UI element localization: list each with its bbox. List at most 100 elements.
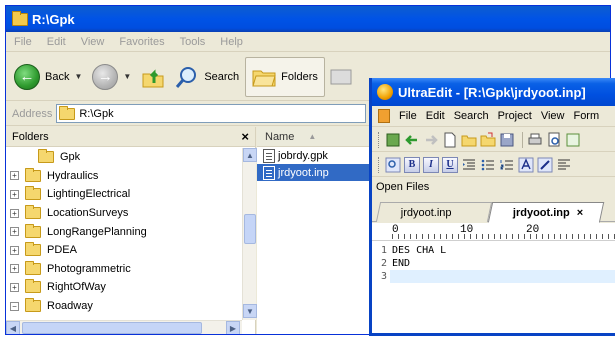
tree-item-longrangeplanning[interactable]: + LongRangePlanning xyxy=(6,222,242,241)
back-arrow-icon[interactable] xyxy=(404,132,420,148)
search-button[interactable]: Search xyxy=(171,59,243,95)
folder-icon xyxy=(25,242,41,257)
ue-menu-search[interactable]: Search xyxy=(454,110,489,122)
ultraedit-title: UltraEdit - [R:\Gpk\jrdyoot.inp] xyxy=(398,84,586,100)
column-header-name[interactable]: Name ▲ xyxy=(257,127,372,147)
italic-button[interactable]: I xyxy=(423,156,439,173)
forward-arrow-icon[interactable] xyxy=(423,132,439,148)
tree-item-roadway[interactable]: − Roadway xyxy=(6,297,242,316)
ue-menu-file[interactable]: File xyxy=(399,110,417,122)
close-icon[interactable]: × xyxy=(241,129,249,144)
expand-icon[interactable]: + xyxy=(10,227,19,237)
folders-button[interactable]: Folders xyxy=(245,56,325,97)
menu-view[interactable]: View xyxy=(81,36,105,48)
bold-button[interactable]: B xyxy=(404,156,420,173)
ue-menu-format[interactable]: Form xyxy=(573,110,599,122)
tree-item-rightofway[interactable]: + RightOfWay xyxy=(6,278,242,297)
file-item[interactable]: jobrdy.gpk xyxy=(257,147,372,164)
file-name: jrdyoot.inp xyxy=(278,166,329,179)
expand-icon[interactable]: + xyxy=(10,171,19,181)
expand-icon[interactable]: + xyxy=(10,245,19,255)
menu-tools[interactable]: Tools xyxy=(180,36,206,48)
ue-menu-project[interactable]: Project xyxy=(498,110,532,122)
ue-menu-view[interactable]: View xyxy=(541,110,565,122)
open-folder-icon[interactable] xyxy=(461,132,477,148)
tree-item-hydraulics[interactable]: + Hydraulics xyxy=(6,167,242,186)
scrollbar-thumb[interactable] xyxy=(244,214,256,244)
expand-icon[interactable]: + xyxy=(10,208,19,218)
search-icon xyxy=(176,66,197,88)
align-icon[interactable] xyxy=(556,157,572,173)
expand-icon[interactable]: + xyxy=(10,189,19,199)
view-icon[interactable] xyxy=(329,64,355,90)
back-button[interactable]: ← Back ▼ xyxy=(10,59,86,95)
numbered-list-icon[interactable] xyxy=(499,157,515,173)
collapse-icon[interactable]: − xyxy=(10,301,19,311)
scroll-up-icon[interactable]: ▲ xyxy=(243,148,257,162)
chevron-down-icon[interactable]: ▼ xyxy=(123,72,131,81)
print-preview-icon[interactable] xyxy=(546,132,562,148)
tree-item-pdea[interactable]: + PDEA xyxy=(6,241,242,260)
ruler-mark: 0 xyxy=(392,224,399,236)
close-icon[interactable]: × xyxy=(577,207,583,219)
tab-jrdyoot-inp-active[interactable]: jrdyoot.inp × xyxy=(487,202,605,223)
tree-horizontal-scrollbar[interactable]: ◀ ▶ xyxy=(6,320,242,334)
column-ruler: 0 10 20 xyxy=(372,223,615,241)
line-text: END xyxy=(392,258,411,269)
menu-file[interactable]: File xyxy=(14,36,32,48)
menu-edit[interactable]: Edit xyxy=(47,36,66,48)
underline-button[interactable]: U xyxy=(442,156,458,173)
explorer-titlebar[interactable]: R:\Gpk xyxy=(6,6,610,32)
ultraedit-toolbar-main xyxy=(372,128,615,152)
document-icon[interactable] xyxy=(378,109,390,123)
forward-arrow-icon: → xyxy=(92,63,119,90)
scroll-left-icon[interactable]: ◀ xyxy=(6,321,20,334)
up-folder-button[interactable] xyxy=(137,59,169,95)
tab-jrdyoot-inp[interactable]: jrdyoot.inp xyxy=(375,202,493,222)
expand-icon[interactable]: + xyxy=(10,264,19,274)
search-label: Search xyxy=(204,70,240,83)
chevron-down-icon[interactable]: ▼ xyxy=(74,72,82,81)
font-color-icon[interactable] xyxy=(518,157,534,173)
options-icon[interactable] xyxy=(385,132,401,148)
indent-icon[interactable] xyxy=(461,157,477,173)
spell-check-icon[interactable] xyxy=(565,132,581,148)
code-line-current[interactable]: 3 xyxy=(372,270,615,283)
save-icon[interactable] xyxy=(499,132,515,148)
ue-menu-edit[interactable]: Edit xyxy=(426,110,445,122)
highlight-icon[interactable] xyxy=(537,157,553,173)
address-value: R:\Gpk xyxy=(79,107,114,120)
tree-item-lightingelectrical[interactable]: + LightingElectrical xyxy=(6,185,242,204)
tree-item-gpk[interactable]: Gpk xyxy=(6,148,242,167)
ultraedit-titlebar[interactable]: UltraEdit - [R:\Gpk\jrdyoot.inp] xyxy=(372,78,615,106)
column-header-label: Name xyxy=(265,130,295,143)
file-item-selected[interactable]: jrdyoot.inp xyxy=(257,164,372,181)
toolbar-grip[interactable] xyxy=(378,156,381,173)
ruler-ticks xyxy=(392,234,615,239)
scroll-down-icon[interactable]: ▼ xyxy=(243,304,257,318)
forward-button[interactable]: → ▼ xyxy=(88,59,135,95)
tree-vertical-scrollbar[interactable]: ▲ ▼ xyxy=(242,148,257,320)
tree-item-locationsurveys[interactable]: + LocationSurveys xyxy=(6,204,242,223)
menu-help[interactable]: Help xyxy=(220,36,243,48)
scroll-right-icon[interactable]: ▶ xyxy=(226,321,240,334)
expand-icon[interactable]: + xyxy=(10,282,19,292)
folders-label: Folders xyxy=(281,70,318,83)
open-folder-icon[interactable] xyxy=(480,132,496,148)
tree-item-label: Roadway xyxy=(47,300,93,313)
bullet-list-icon[interactable] xyxy=(480,157,496,173)
print-icon[interactable] xyxy=(527,132,543,148)
address-input[interactable]: R:\Gpk xyxy=(56,104,367,123)
menu-favorites[interactable]: Favorites xyxy=(119,36,164,48)
sort-ascending-icon: ▲ xyxy=(308,132,317,141)
find-icon[interactable] xyxy=(385,157,401,173)
toolbar-grip[interactable] xyxy=(378,131,381,148)
code-line[interactable]: 1 DES CHA L xyxy=(372,244,615,257)
tree-item-label: Gpk xyxy=(60,151,81,164)
text-editor[interactable]: 0 10 20 1 DES CHA L 2 END 3 xyxy=(372,223,615,333)
folder-tree: Gpk + Hydraulics + LightingElectrical + … xyxy=(6,148,242,318)
tree-item-photogrammetric[interactable]: + Photogrammetric xyxy=(6,260,242,279)
scrollbar-thumb[interactable] xyxy=(22,322,202,334)
code-line[interactable]: 2 END xyxy=(372,257,615,270)
new-file-icon[interactable] xyxy=(442,132,458,148)
